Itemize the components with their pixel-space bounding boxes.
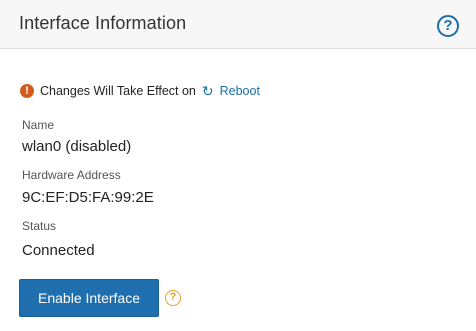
reboot-label: Reboot <box>219 84 260 98</box>
exclamation-circle-icon: ! <box>20 84 34 98</box>
interface-info-panel: Interface Information ? ! Changes Will T… <box>0 0 476 331</box>
hardware-address-value: 9C:EF:D5:FA:99:2E <box>22 189 154 206</box>
panel-title: Interface Information <box>19 13 187 33</box>
enable-help-icon[interactable]: ? <box>165 290 181 306</box>
enable-interface-button[interactable]: Enable Interface <box>19 279 159 317</box>
hardware-address-label: Hardware Address <box>22 168 121 182</box>
status-value: Connected <box>22 242 95 259</box>
refresh-icon: ↻ <box>201 83 214 99</box>
panel-header: Interface Information ? <box>0 0 476 49</box>
name-value: wlan0 (disabled) <box>22 138 132 155</box>
reboot-notice: ! Changes Will Take Effect on ↻ Reboot <box>20 83 260 99</box>
name-label: Name <box>22 118 55 132</box>
notice-text: Changes Will Take Effect on <box>40 84 196 98</box>
help-question-icon[interactable]: ? <box>437 15 459 37</box>
status-label: Status <box>22 219 57 233</box>
reboot-link[interactable]: ↻ Reboot <box>202 84 260 98</box>
